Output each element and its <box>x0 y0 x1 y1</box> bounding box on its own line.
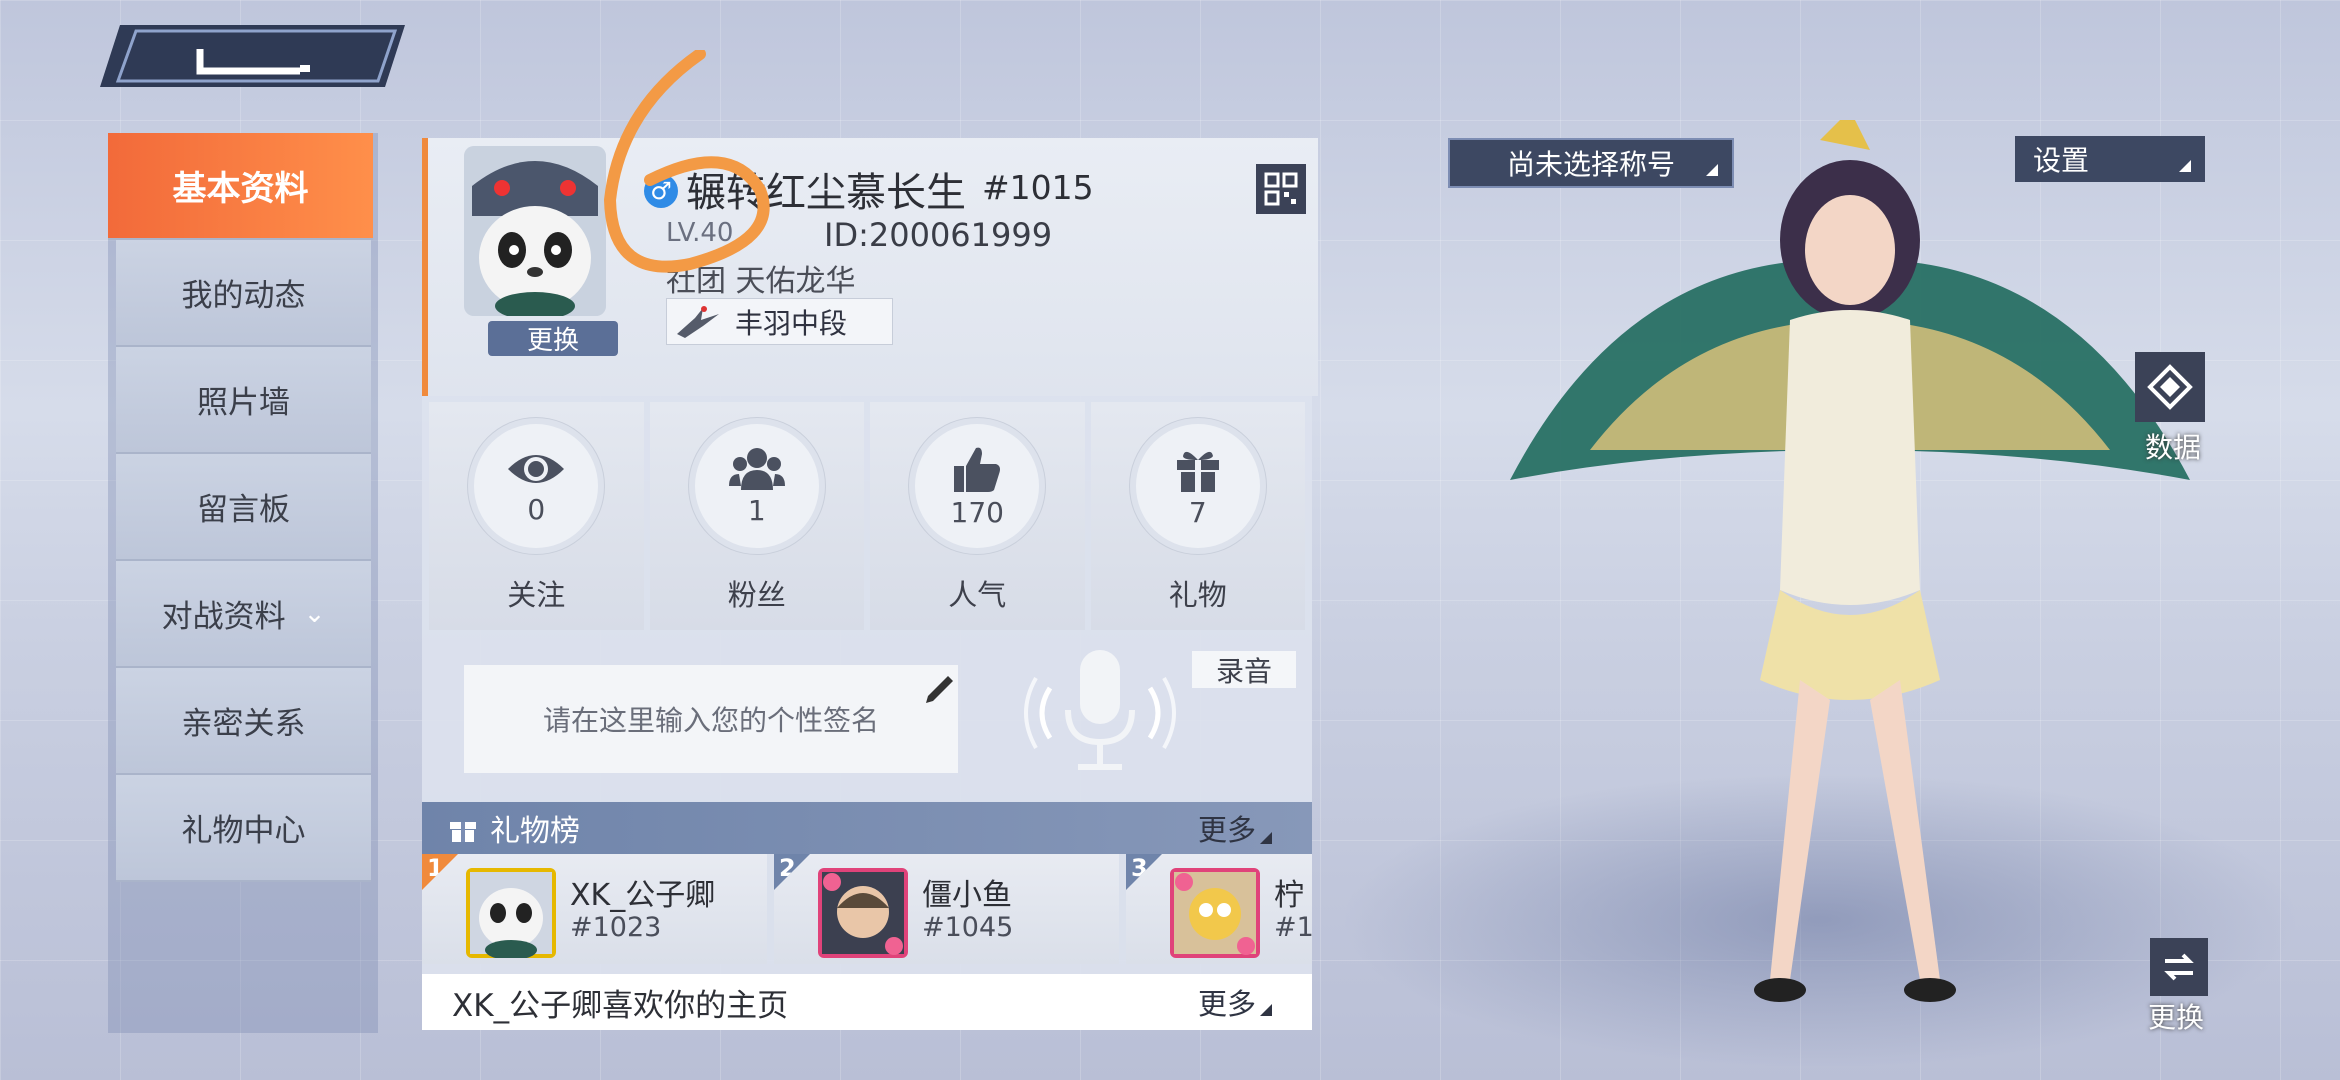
eye-icon <box>508 454 565 483</box>
nav-item-label: 礼物中心 <box>181 813 306 849</box>
change-outfit-label: 更换 <box>2148 1001 2205 1034</box>
stat-count: 170 <box>950 495 1004 529</box>
nav-item-label: 基本资料 <box>172 169 309 209</box>
corner-arrow-icon <box>1260 832 1272 844</box>
title-select-label: 尚未选择称号 <box>1506 148 1675 181</box>
annotation-scribble <box>603 50 770 273</box>
stat-circle: 170 <box>915 424 1040 548</box>
gift-icon <box>1176 451 1219 492</box>
nav-item-gift-center[interactable]: 礼物中心 <box>116 775 371 882</box>
stat-circle: 7 <box>1135 424 1260 548</box>
nav-item-message-board[interactable]: 留言板 <box>116 454 371 561</box>
rank-badge[interactable]: 丰羽中段 <box>666 298 893 345</box>
signature-input[interactable]: 请在这里输入您的个性签名 <box>464 665 958 773</box>
rank-number: 3 <box>1126 854 1162 890</box>
rank-number: 1 <box>422 854 458 890</box>
nav-item-relationships[interactable]: 亲密关系 <box>116 668 371 775</box>
stat-label: 关注 <box>507 578 566 612</box>
ranker-tag: #1045 <box>922 912 1014 943</box>
gift-ranking-more-button[interactable]: 更多 <box>1198 807 1256 849</box>
thumbs-up-icon <box>954 447 1001 492</box>
qr-code-button[interactable] <box>1256 164 1306 214</box>
gift-ranker-2[interactable]: 2 僵小鱼 #1045 <box>774 854 1119 964</box>
gift-ranking-title: 礼物榜 <box>490 814 580 849</box>
character-model <box>1510 120 2190 1002</box>
ranker-tag: #1023 <box>570 912 662 943</box>
change-outfit-button[interactable] <box>2150 938 2208 996</box>
gift-ranking-header: 礼物榜 更多 <box>422 802 1312 854</box>
corner-arrow-icon <box>1260 1004 1272 1016</box>
stat-label: 粉丝 <box>727 578 786 612</box>
likes-more-button[interactable]: 更多 <box>1198 981 1256 1023</box>
player-tag: #1015 <box>982 168 1094 207</box>
nav-item-label: 留言板 <box>197 492 290 528</box>
nav-item-basic-info[interactable]: 基本资料 <box>108 133 373 240</box>
gift-icon <box>450 822 476 842</box>
stat-count: 7 <box>1188 495 1207 529</box>
title-select-dropdown[interactable]: 尚未选择称号 <box>1448 138 1734 188</box>
stat-gifts[interactable]: 7 礼物 <box>1090 402 1305 630</box>
visitor-like-row[interactable]: XK_公子卿喜欢你的主页 更多 <box>422 974 1312 1030</box>
stat-circle: 1 <box>694 424 819 548</box>
data-label: 数据 <box>2145 431 2202 464</box>
microphone-record-button[interactable] <box>1020 638 1180 788</box>
stat-fans[interactable]: 1 粉丝 <box>649 402 864 630</box>
stat-count: 1 <box>747 493 766 527</box>
gift-ranking-list: 1 XK_公子卿 #1023 2 僵小鱼 #1045 3 柠 #1 <box>422 854 1312 964</box>
nav-item-battle-data[interactable]: 对战资料 ⌄ <box>116 561 371 668</box>
stat-follow[interactable]: 0 关注 <box>429 402 644 630</box>
nav-item-photo-wall[interactable]: 照片墙 <box>116 347 371 454</box>
stat-label: 人气 <box>948 578 1007 612</box>
diamond-data-icon <box>2147 364 2193 410</box>
pencil-icon[interactable] <box>920 666 960 706</box>
ranker-tag: #1 <box>1274 912 1312 943</box>
ranker-avatar <box>818 868 908 958</box>
stat-circle: 0 <box>474 424 599 548</box>
rank-number: 2 <box>774 854 810 890</box>
gift-ranker-1[interactable]: 1 XK_公子卿 #1023 <box>422 854 767 964</box>
visitor-like-text: XK_公子卿喜欢你的主页 <box>452 987 789 1024</box>
gift-ranker-3[interactable]: 3 柠 #1 <box>1126 854 1312 964</box>
nav-item-label: 对战资料 <box>161 599 286 635</box>
data-button[interactable] <box>2135 352 2205 422</box>
ranker-name: XK_公子卿 <box>570 878 716 913</box>
ranker-name: 柠 <box>1274 878 1304 913</box>
fans-icon <box>728 447 785 490</box>
ranker-name: 僵小鱼 <box>922 878 1012 913</box>
settings-label: 设置 <box>2033 144 2090 177</box>
stats-row: 0 关注 1 粉丝 170 人气 7 礼物 <box>426 402 1308 630</box>
corner-arrow-icon <box>2179 160 2191 172</box>
ranker-avatar <box>466 868 556 958</box>
nav-item-label: 我的动态 <box>181 278 306 314</box>
rank-label: 丰羽中段 <box>735 306 848 340</box>
record-button[interactable]: 录音 <box>1192 651 1296 688</box>
back-button[interactable] <box>100 25 405 87</box>
profile-header: 更换 ♂ 辗转红尘慕长生 #1015 LV.40 ID:200061999 社团… <box>422 138 1318 396</box>
player-id: ID:200061999 <box>824 216 1053 254</box>
corner-arrow-icon <box>1706 164 1718 176</box>
nav-item-label: 亲密关系 <box>181 706 306 742</box>
settings-button[interactable]: 设置 <box>2015 136 2205 182</box>
stat-label: 礼物 <box>1168 578 1227 612</box>
qr-code-icon <box>1264 172 1298 206</box>
crane-rank-icon <box>667 299 729 344</box>
chevron-down-icon: ⌄ <box>303 598 326 629</box>
nav-item-label: 照片墙 <box>197 385 290 421</box>
stat-popularity[interactable]: 170 人气 <box>870 402 1085 630</box>
change-avatar-button[interactable]: 更换 <box>488 321 618 356</box>
ranker-avatar <box>1170 868 1260 958</box>
swap-icon <box>2164 953 2194 981</box>
profile-panel: 更换 ♂ 辗转红尘慕长生 #1015 LV.40 ID:200061999 社团… <box>422 138 1318 1030</box>
nav-item-my-feed[interactable]: 我的动态 <box>116 240 371 347</box>
stat-count: 0 <box>527 492 546 526</box>
sidebar-nav: 基本资料 我的动态 照片墙 留言板 对战资料 ⌄ 亲密关系 礼物中心 <box>108 133 378 1033</box>
